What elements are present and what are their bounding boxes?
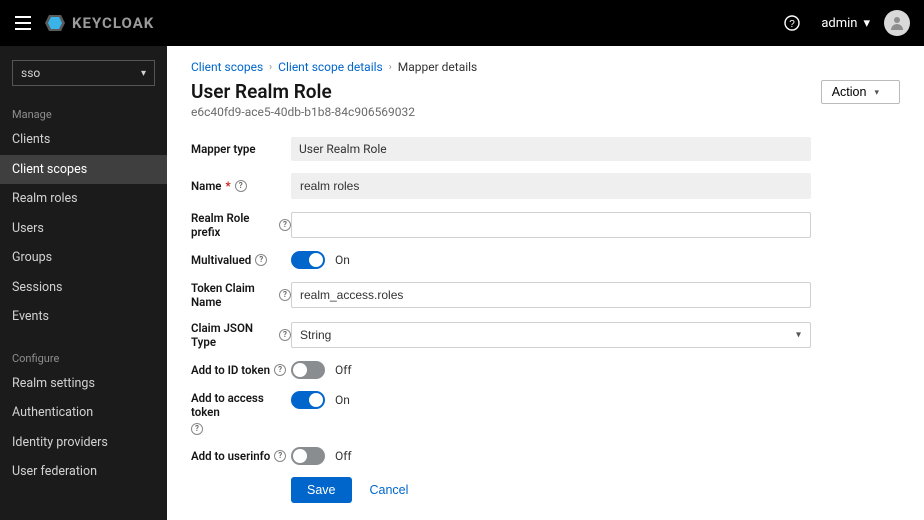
label-add-to-userinfo: Add to userinfo ?	[191, 449, 291, 463]
chevron-down-icon: ▾	[874, 87, 879, 98]
add-to-id-token-toggle[interactable]	[291, 361, 325, 379]
add-to-id-token-toggle-text: Off	[335, 363, 352, 377]
name-input[interactable]	[291, 173, 811, 199]
label-mapper-type: Mapper type	[191, 142, 291, 156]
help-icon[interactable]: ?	[235, 180, 247, 192]
sidebar-item-groups[interactable]: Groups	[0, 243, 167, 273]
label-realm-role-prefix: Realm Role prefix ?	[191, 211, 291, 239]
main-content: Client scopes › Client scope details › M…	[167, 46, 924, 520]
sidebar-item-identity-providers[interactable]: Identity providers	[0, 428, 167, 458]
multivalued-toggle[interactable]	[291, 251, 325, 269]
token-claim-name-input[interactable]	[291, 282, 811, 308]
multivalued-toggle-text: On	[335, 253, 350, 267]
help-icon[interactable]: ?	[191, 423, 203, 435]
sidebar-item-sessions[interactable]: Sessions	[0, 273, 167, 303]
sidebar-item-authentication[interactable]: Authentication	[0, 398, 167, 428]
page-subtitle: e6c40fd9-ace5-40db-b1b8-84c906569032	[191, 105, 415, 119]
label-claim-json-type: Claim JSON Type ?	[191, 321, 291, 349]
help-icon[interactable]: ?	[255, 254, 267, 266]
sidebar-item-user-federation[interactable]: User federation	[0, 457, 167, 487]
realm-role-prefix-input[interactable]	[291, 212, 811, 238]
sidebar-section-configure: Configure	[0, 344, 167, 369]
page-title: User Realm Role	[191, 80, 415, 103]
help-icon[interactable]: ?	[279, 329, 291, 341]
add-to-access-token-toggle-text: On	[335, 393, 350, 407]
breadcrumb: Client scopes › Client scope details › M…	[191, 60, 900, 74]
save-button[interactable]: Save	[291, 477, 352, 503]
mapper-form: Mapper type User Realm Role Name * ?	[191, 137, 811, 503]
add-to-userinfo-toggle[interactable]	[291, 447, 325, 465]
brand-logo[interactable]: KEYCLOAK	[44, 12, 154, 34]
help-icon: ?	[784, 15, 800, 31]
sidebar: sso ▾ Manage Clients Client scopes Realm…	[0, 46, 167, 520]
chevron-down-icon: ▾	[863, 16, 870, 31]
topbar: KEYCLOAK ? admin ▾	[0, 0, 924, 46]
menu-toggle-button[interactable]	[8, 8, 38, 38]
sidebar-item-client-scopes[interactable]: Client scopes	[0, 155, 167, 185]
avatar[interactable]	[884, 10, 910, 36]
label-multivalued: Multivalued ?	[191, 253, 291, 267]
cancel-button[interactable]: Cancel	[366, 477, 413, 503]
sidebar-item-users[interactable]: Users	[0, 214, 167, 244]
user-icon	[889, 15, 905, 31]
logo-icon	[44, 12, 66, 34]
sidebar-item-events[interactable]: Events	[0, 302, 167, 332]
sidebar-item-realm-roles[interactable]: Realm roles	[0, 184, 167, 214]
user-label: admin	[821, 16, 857, 31]
sidebar-item-clients[interactable]: Clients	[0, 125, 167, 155]
breadcrumb-link-client-scope-details[interactable]: Client scope details	[278, 60, 383, 74]
claim-json-type-select[interactable]	[291, 322, 811, 348]
sidebar-section-manage: Manage	[0, 100, 167, 125]
label-name: Name * ?	[191, 179, 291, 193]
svg-text:?: ?	[790, 19, 796, 30]
help-icon[interactable]: ?	[279, 289, 291, 301]
chevron-down-icon: ▾	[141, 68, 146, 79]
label-token-claim-name: Token Claim Name ?	[191, 281, 291, 309]
brand-text: KEYCLOAK	[72, 14, 154, 32]
chevron-right-icon: ›	[389, 62, 392, 73]
user-menu-button[interactable]: admin ▾	[821, 16, 870, 31]
sidebar-item-realm-settings[interactable]: Realm settings	[0, 369, 167, 399]
required-indicator: *	[226, 179, 231, 193]
help-icon[interactable]: ?	[274, 364, 286, 376]
realm-selector[interactable]: sso ▾	[12, 60, 155, 86]
add-to-userinfo-toggle-text: Off	[335, 449, 352, 463]
realm-selector-value: sso	[21, 66, 40, 80]
breadcrumb-current: Mapper details	[398, 60, 478, 74]
help-icon[interactable]: ?	[274, 450, 286, 462]
label-add-to-id-token: Add to ID token ?	[191, 363, 291, 377]
help-icon[interactable]: ?	[279, 219, 291, 231]
chevron-right-icon: ›	[269, 62, 272, 73]
add-to-access-token-toggle[interactable]	[291, 391, 325, 409]
label-add-to-access-token: Add to access token ?	[191, 391, 291, 435]
hamburger-icon	[15, 16, 31, 30]
action-menu-button[interactable]: Action ▾	[821, 80, 900, 104]
mapper-type-value: User Realm Role	[291, 137, 811, 161]
action-menu-label: Action	[832, 85, 867, 99]
help-button[interactable]: ?	[781, 12, 803, 34]
breadcrumb-link-client-scopes[interactable]: Client scopes	[191, 60, 263, 74]
